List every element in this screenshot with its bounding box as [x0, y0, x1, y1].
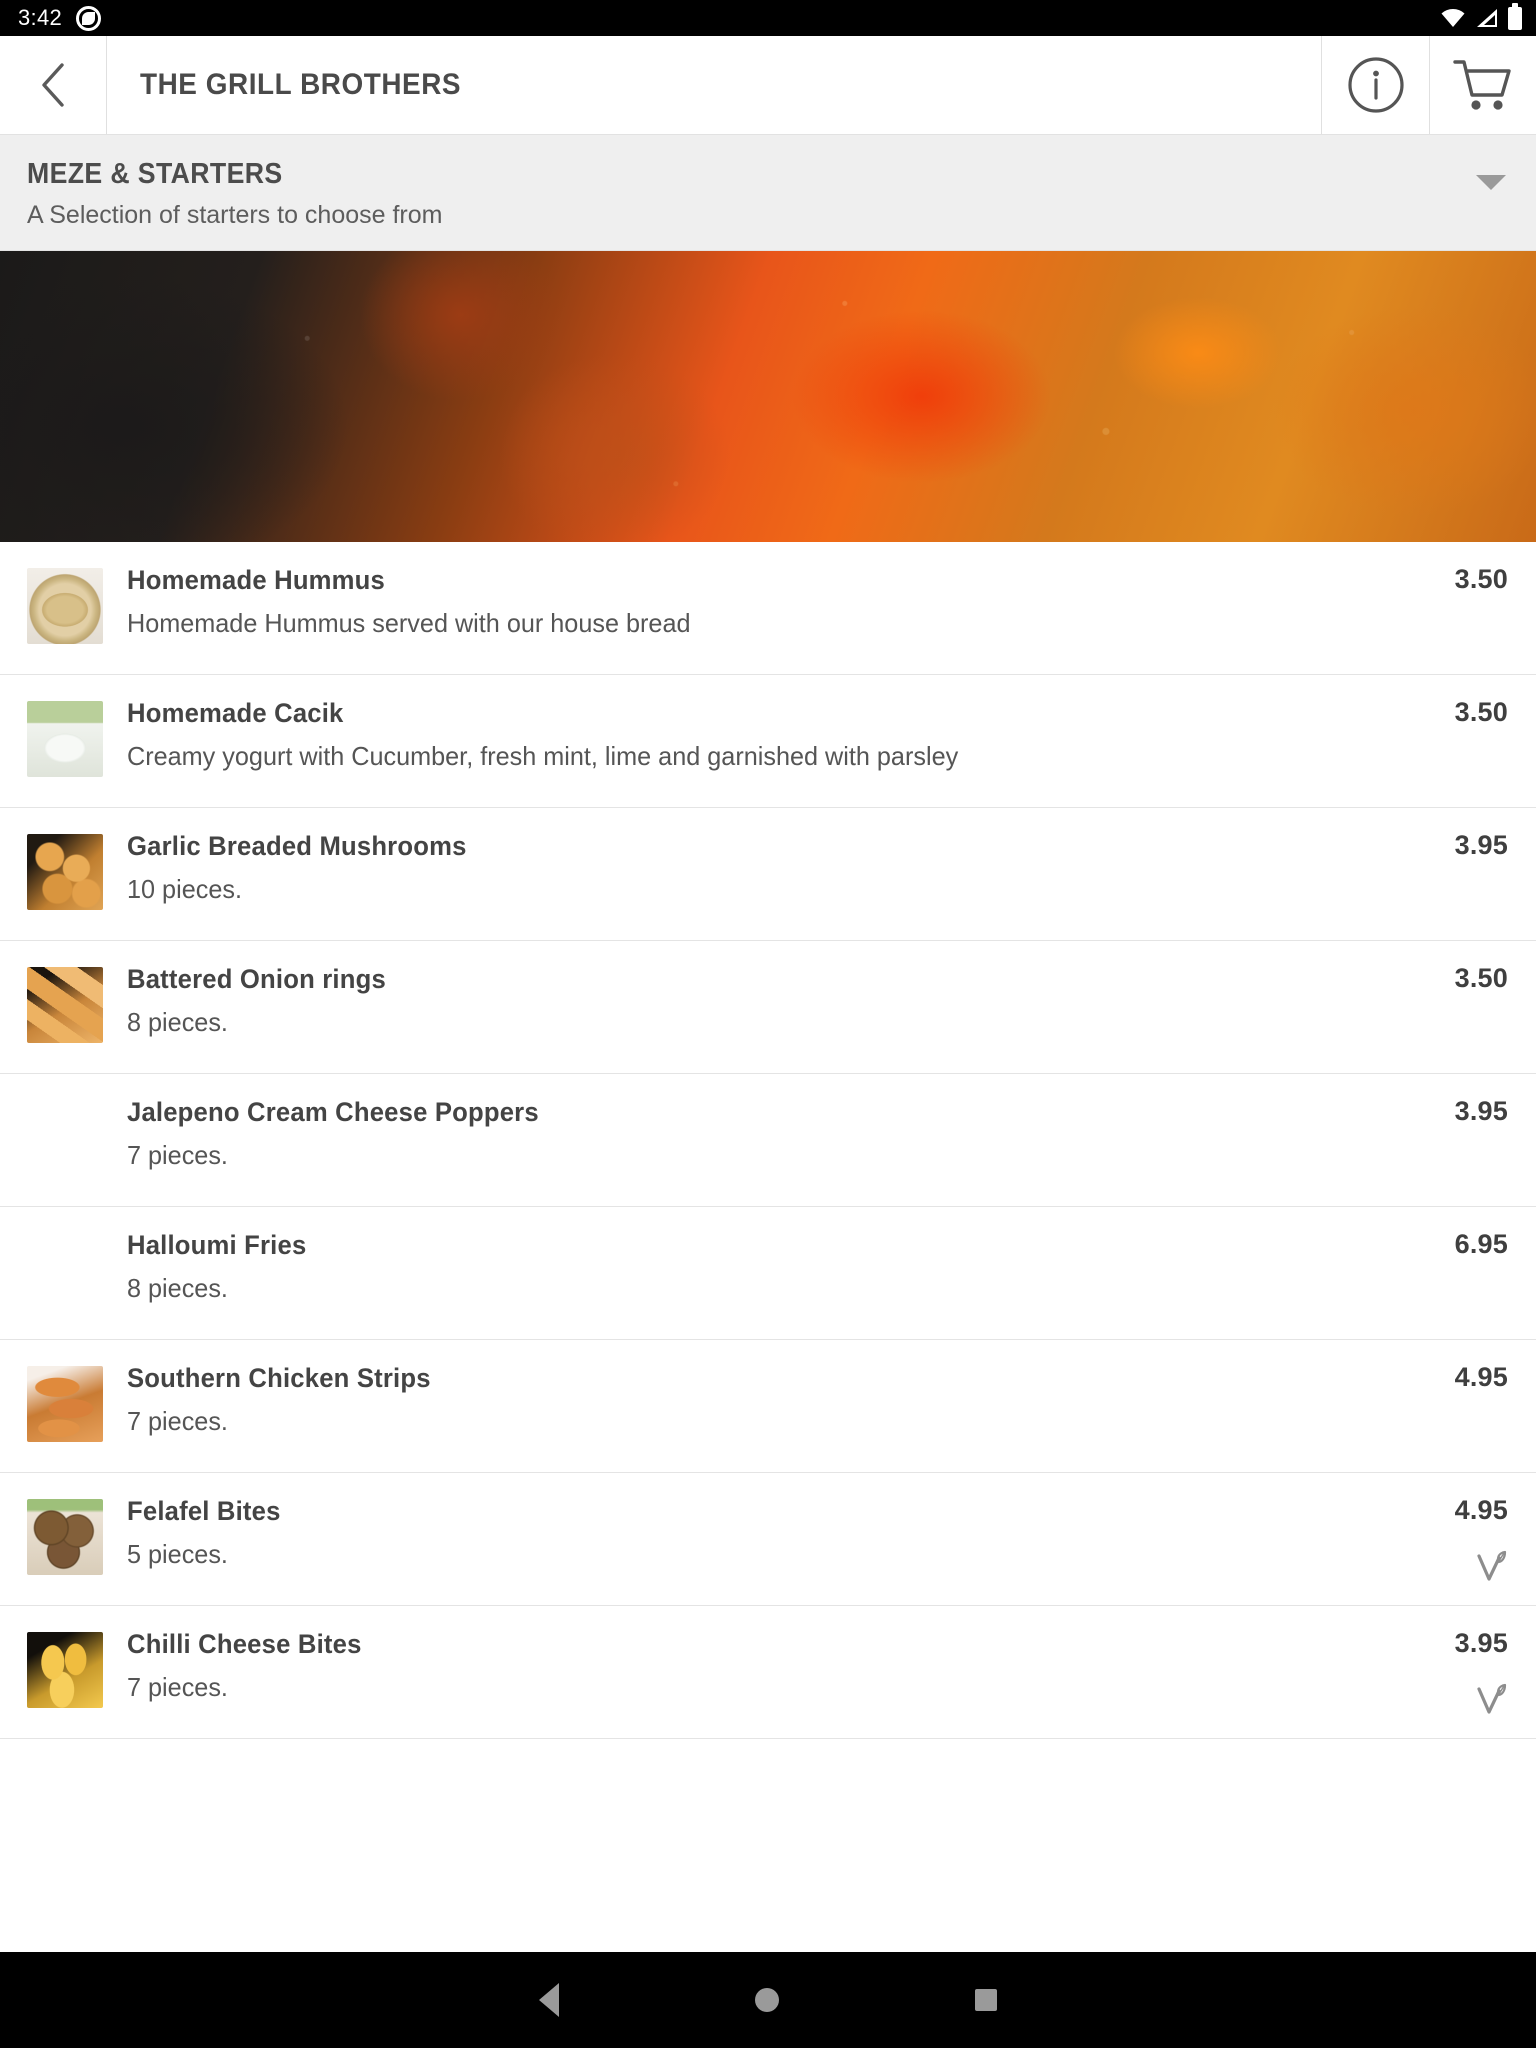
menu-item-price: 6.95 [1454, 1229, 1508, 1259]
vegetarian-icon [1477, 1683, 1507, 1714]
menu-item-thumbnail [27, 1499, 103, 1575]
info-button[interactable] [1322, 36, 1430, 134]
cell-signal-icon [1477, 9, 1497, 27]
menu-item-meta: 6.95 [1455, 1229, 1508, 1258]
menu-item-row[interactable]: Homemade Cacik Creamy yogurt with Cucumbe… [0, 675, 1536, 808]
menu-item-thumbnail [27, 834, 103, 910]
menu-item-meta: 3.95 [1455, 1628, 1508, 1717]
menu-item-description: 7 pieces. [127, 1140, 228, 1171]
menu-item-description: 5 pieces. [127, 1539, 228, 1570]
menu-item-text: Homemade Cacik Creamy yogurt with Cucumbe… [127, 697, 1455, 771]
menu-item-name: Felafel Bites [127, 1496, 281, 1526]
menu-item-price: 3.95 [1454, 1628, 1508, 1658]
shopping-cart-icon [1453, 60, 1511, 110]
menu-section-header[interactable]: MEZE & STARTERS A Selection of starters … [0, 135, 1536, 251]
menu-item-meta: 3.95 [1455, 1096, 1508, 1125]
section-subtitle: A Selection of starters to choose from [27, 201, 443, 229]
menu-item-row[interactable]: Battered Onion rings 8 pieces. 3.50 [0, 941, 1536, 1074]
menu-item-price: 3.50 [1454, 564, 1508, 594]
battery-icon [1508, 2, 1522, 30]
menu-item-price: 3.50 [1454, 963, 1508, 993]
menu-item-price: 3.95 [1454, 830, 1508, 860]
menu-item-meta: 3.50 [1455, 697, 1508, 726]
status-bar-clock: 3:42 [18, 5, 63, 30]
android-q-icon [76, 5, 102, 31]
menu-item-row[interactable]: Felafel Bites 5 pieces. 4.95 [0, 1473, 1536, 1606]
menu-item-price: 3.95 [1454, 1096, 1508, 1126]
menu-item-name: Jalepeno Cream Cheese Poppers [127, 1097, 539, 1127]
hero-image-highlights [0, 251, 1536, 542]
menu-item-meta: 4.95 [1455, 1362, 1508, 1391]
menu-item-name: Battered Onion rings [127, 964, 386, 994]
menu-item-row[interactable]: Garlic Breaded Mushrooms 10 pieces. 3.95 [0, 808, 1536, 941]
menu-item-thumbnail [27, 701, 103, 777]
menu-item-row[interactable]: Chilli Cheese Bites 7 pieces. 3.95 [0, 1606, 1536, 1739]
menu-item-description: 8 pieces. [127, 1007, 228, 1038]
menu-item-text: Chilli Cheese Bites 7 pieces. [127, 1628, 1455, 1702]
menu-item-description: Creamy yogurt with Cucumber, fresh mint,… [127, 741, 959, 772]
menu-item-text: Battered Onion rings 8 pieces. [127, 963, 1455, 1037]
menu-item-text: Garlic Breaded Mushrooms 10 pieces. [127, 830, 1455, 904]
menu-item-description: Homemade Hummus served with our house br… [127, 608, 691, 639]
section-hero-image [0, 251, 1536, 542]
menu-item-text: Homemade Hummus Homemade Hummus served wi… [127, 564, 1455, 638]
menu-item-text: Felafel Bites 5 pieces. [127, 1495, 1455, 1569]
menu-item-price: 4.95 [1454, 1495, 1508, 1525]
menu-item-text: Halloumi Fries 8 pieces. [127, 1229, 1455, 1303]
menu-item-thumbnail [27, 1100, 103, 1176]
android-navigation-bar [0, 1952, 1536, 2048]
menu-item-list: Homemade Hummus Homemade Hummus served wi… [0, 542, 1536, 1940]
info-icon [1347, 57, 1404, 113]
status-bar: 3:42 [0, 0, 1536, 36]
menu-item-name: Southern Chicken Strips [127, 1363, 431, 1393]
menu-item-text: Southern Chicken Strips 7 pieces. [127, 1362, 1455, 1436]
menu-item-thumbnail [27, 1366, 103, 1442]
menu-item-description: 7 pieces. [127, 1672, 228, 1703]
chevron-left-icon [42, 63, 64, 107]
menu-item-description: 8 pieces. [127, 1273, 228, 1304]
menu-item-name: Homemade Hummus [127, 565, 385, 595]
status-bar-left: 3:42 [18, 5, 102, 31]
menu-item-name: Chilli Cheese Bites [127, 1629, 362, 1659]
menu-item-price: 3.50 [1454, 697, 1508, 727]
menu-item-name: Homemade Cacik [127, 698, 344, 728]
status-bar-right [1440, 2, 1522, 30]
menu-item-price: 4.95 [1454, 1362, 1508, 1392]
menu-item-row[interactable]: Jalepeno Cream Cheese Poppers 7 pieces. 3.… [0, 1074, 1536, 1207]
cart-button[interactable] [1430, 36, 1536, 134]
wifi-icon [1441, 9, 1465, 28]
app-screen: 3:42 THE GRILL BROTHERS MEZE & STARTERS … [0, 0, 1536, 2048]
menu-item-row[interactable]: Southern Chicken Strips 7 pieces. 4.95 [0, 1340, 1536, 1473]
list-bottom-spacer [0, 1940, 1536, 1952]
menu-item-meta: 3.50 [1455, 963, 1508, 992]
menu-item-row[interactable]: Homemade Hummus Homemade Hummus served wi… [0, 542, 1536, 675]
menu-item-thumbnail [27, 1233, 103, 1309]
menu-item-description: 7 pieces. [127, 1406, 228, 1437]
nav-back-icon[interactable] [539, 1983, 559, 2017]
menu-item-meta: 3.95 [1455, 830, 1508, 859]
menu-item-text: Jalepeno Cream Cheese Poppers 7 pieces. [127, 1096, 1455, 1170]
menu-item-thumbnail [27, 967, 103, 1043]
menu-item-description: 10 pieces. [127, 874, 242, 905]
caret-down-icon[interactable] [1476, 175, 1506, 190]
app-bar: THE GRILL BROTHERS [0, 36, 1536, 135]
nav-home-icon[interactable] [755, 1988, 779, 2012]
menu-item-name: Halloumi Fries [127, 1230, 307, 1260]
menu-item-thumbnail [27, 1632, 103, 1708]
nav-recents-icon[interactable] [975, 1989, 997, 2011]
menu-item-meta: 3.50 [1455, 564, 1508, 593]
restaurant-name: THE GRILL BROTHERS [140, 68, 462, 101]
menu-item-name: Garlic Breaded Mushrooms [127, 831, 467, 861]
menu-item-thumbnail [27, 568, 103, 644]
menu-item-meta: 4.95 [1455, 1495, 1508, 1584]
menu-item-row[interactable]: Halloumi Fries 8 pieces. 6.95 [0, 1207, 1536, 1340]
back-button[interactable] [0, 36, 107, 134]
page-title: THE GRILL BROTHERS [107, 36, 1322, 134]
section-title: MEZE & STARTERS [27, 158, 283, 190]
vegetarian-icon [1477, 1550, 1507, 1581]
